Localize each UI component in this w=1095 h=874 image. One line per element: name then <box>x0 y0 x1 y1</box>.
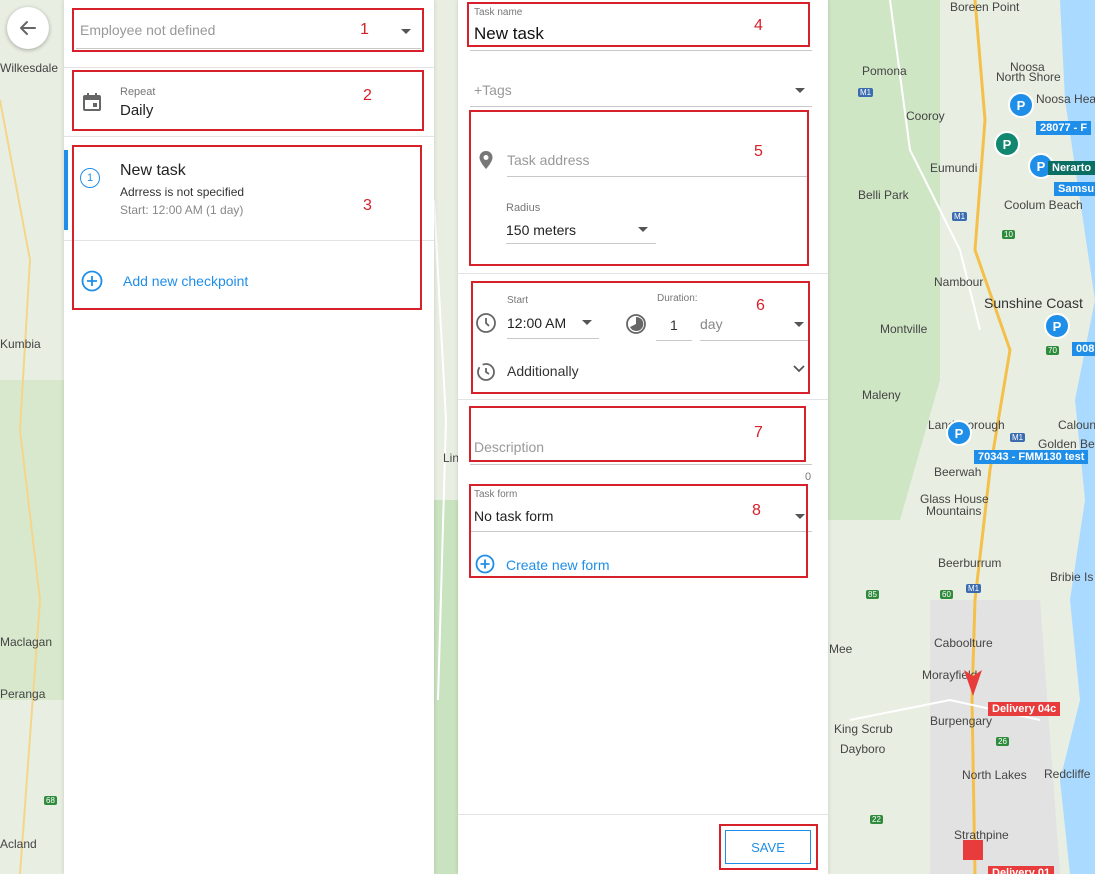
annotation-box <box>469 110 809 266</box>
map-place: Sunshine Coast <box>984 295 1083 311</box>
road-shield: M1 <box>966 584 982 593</box>
map-place: Noosa Heads <box>1036 92 1095 106</box>
map-pin[interactable]: P <box>1008 92 1034 118</box>
annotation-number: 7 <box>754 424 763 441</box>
map-marker-label[interactable]: Delivery 01 <box>988 866 1055 874</box>
map-place: Caloundra <box>1058 418 1095 432</box>
task-list-panel: Employee not defined Repeat Daily 1 New … <box>64 0 434 874</box>
delivery-square-icon[interactable] <box>963 840 983 860</box>
tags-select[interactable]: +Tags <box>474 82 512 98</box>
annotation-number: 1 <box>360 21 369 38</box>
map-pin[interactable]: P <box>946 420 972 446</box>
map-place: Maleny <box>862 388 901 402</box>
arrow-left-icon <box>20 21 36 35</box>
divider <box>470 50 812 51</box>
annotation-number: 8 <box>752 502 761 519</box>
map-place: Bribie Is <box>1050 570 1094 584</box>
map-place: Lin <box>443 451 460 465</box>
map-marker-label[interactable]: Nerarto <box>1048 161 1095 175</box>
description-char-count: 0 <box>805 471 812 483</box>
map-marker-label[interactable]: Delivery 04c <box>988 702 1061 716</box>
annotation-number: 6 <box>756 297 765 314</box>
map-marker-label[interactable]: 008 <box>1072 342 1095 356</box>
annotation-number: 4 <box>754 17 763 34</box>
annotation-box <box>72 8 424 52</box>
road-shield: M1 <box>858 88 874 97</box>
back-button[interactable] <box>7 7 49 49</box>
map-place: Eumundi <box>930 161 978 175</box>
map-marker-label[interactable]: 70343 - FMM130 test <box>974 450 1089 464</box>
divider <box>64 136 434 137</box>
map-place: King Scrub <box>834 722 893 736</box>
map-place: Acland <box>0 837 37 851</box>
map-place: Beerwah <box>934 465 982 479</box>
map-pin[interactable]: P <box>1044 313 1070 339</box>
map-place: North Shore <box>996 70 1061 84</box>
map-place: Redcliffe <box>1044 767 1091 781</box>
map-place: Dayboro <box>840 742 886 756</box>
annotation-box <box>719 824 818 870</box>
map-marker-label[interactable]: Samsu <box>1054 182 1095 196</box>
divider <box>470 464 812 465</box>
road-shield: 68 <box>44 796 57 805</box>
road-shield: M1 <box>952 212 968 221</box>
divider <box>470 106 812 107</box>
map-place: Belli Park <box>858 188 909 202</box>
annotation-number: 3 <box>363 197 372 214</box>
road-shield: 70 <box>1046 346 1059 355</box>
annotation-box <box>469 484 808 578</box>
map-place: Peranga <box>0 687 46 701</box>
road-shield: 22 <box>870 815 883 824</box>
annotation-box <box>72 145 422 310</box>
checkpoint-active-bar <box>64 150 68 230</box>
road-shield: M1 <box>1010 433 1026 442</box>
map-place: Mountains <box>926 504 982 518</box>
map-place: Nambour <box>934 275 984 289</box>
divider <box>458 273 828 274</box>
map-place: Cooroy <box>906 109 945 123</box>
map-marker-label[interactable]: 28077 - F <box>1036 121 1092 135</box>
map-place: Coolum Beach <box>1004 198 1083 212</box>
map-place: Pomona <box>862 64 907 78</box>
divider <box>458 399 828 400</box>
map-place: Montville <box>880 322 928 336</box>
map-place: Wilkesdale <box>0 61 59 75</box>
road-shield: 60 <box>940 590 953 599</box>
map-place: Kumbia <box>0 337 41 351</box>
map-place: Burpengary <box>930 714 993 728</box>
annotation-number: 2 <box>363 87 372 104</box>
map-place: Golden Beach <box>1038 437 1095 451</box>
map-place: North Lakes <box>962 768 1027 782</box>
map-place: Mee <box>829 642 853 656</box>
map-place: Boreen Point <box>950 0 1020 14</box>
vehicle-arrow-icon[interactable] <box>962 668 984 698</box>
divider <box>64 67 434 68</box>
road-shield: 10 <box>1002 230 1015 239</box>
annotation-number: 5 <box>754 143 763 160</box>
divider <box>458 814 828 815</box>
map-place: Caboolture <box>934 636 993 650</box>
chevron-down-icon[interactable] <box>795 88 805 93</box>
map-pin[interactable]: P <box>994 131 1020 157</box>
map-place: Maclagan <box>0 635 53 649</box>
road-shield: 85 <box>866 590 879 599</box>
map-place: Beerburrum <box>938 556 1002 570</box>
road-shield: 26 <box>996 737 1009 746</box>
